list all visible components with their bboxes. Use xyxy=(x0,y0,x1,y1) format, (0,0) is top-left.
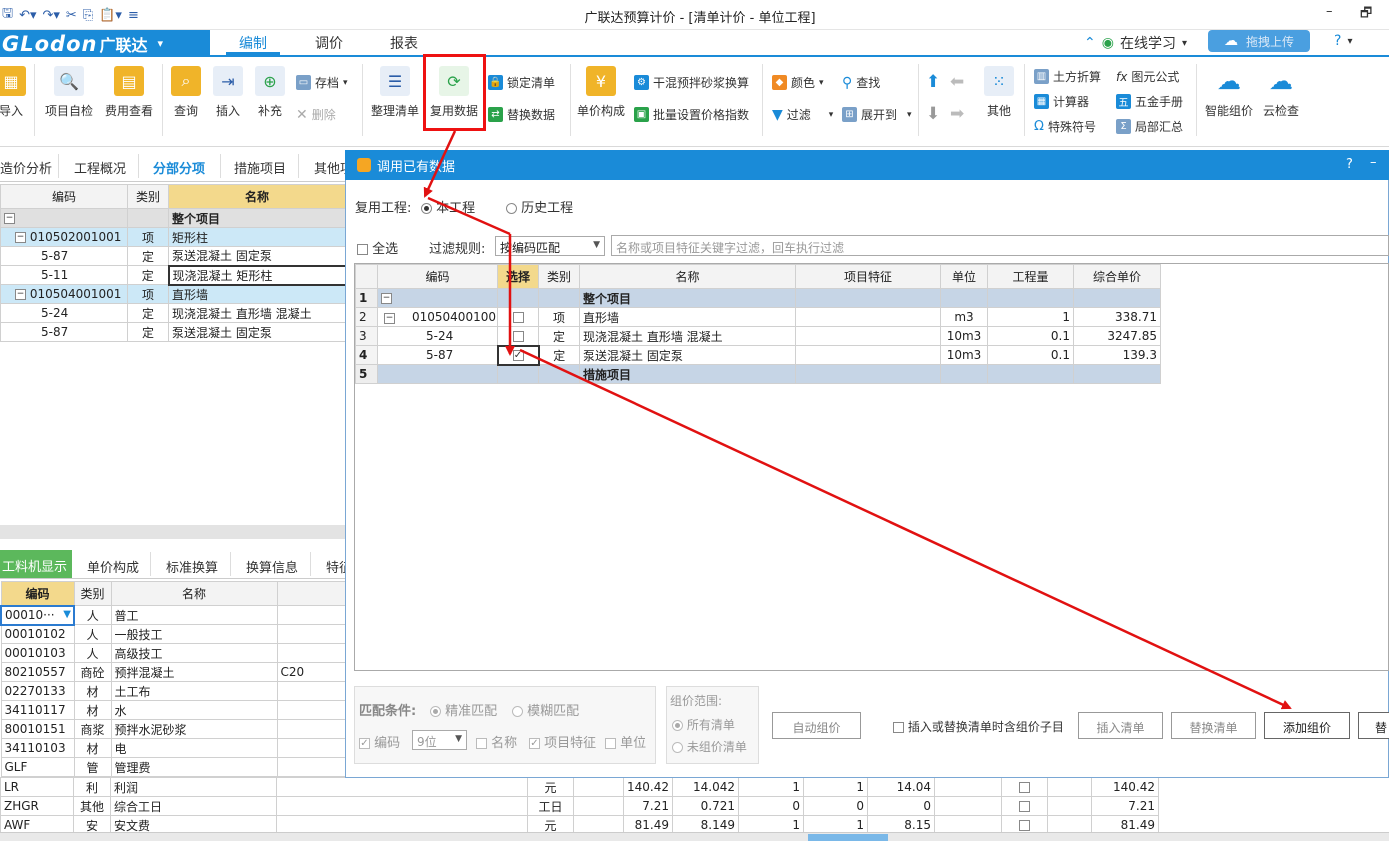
annotation-arrows xyxy=(423,130,1292,710)
annotation-line-2 xyxy=(427,196,511,236)
annotation-arrow-1 xyxy=(423,130,457,198)
annotation-arrow-4 xyxy=(519,348,1292,710)
